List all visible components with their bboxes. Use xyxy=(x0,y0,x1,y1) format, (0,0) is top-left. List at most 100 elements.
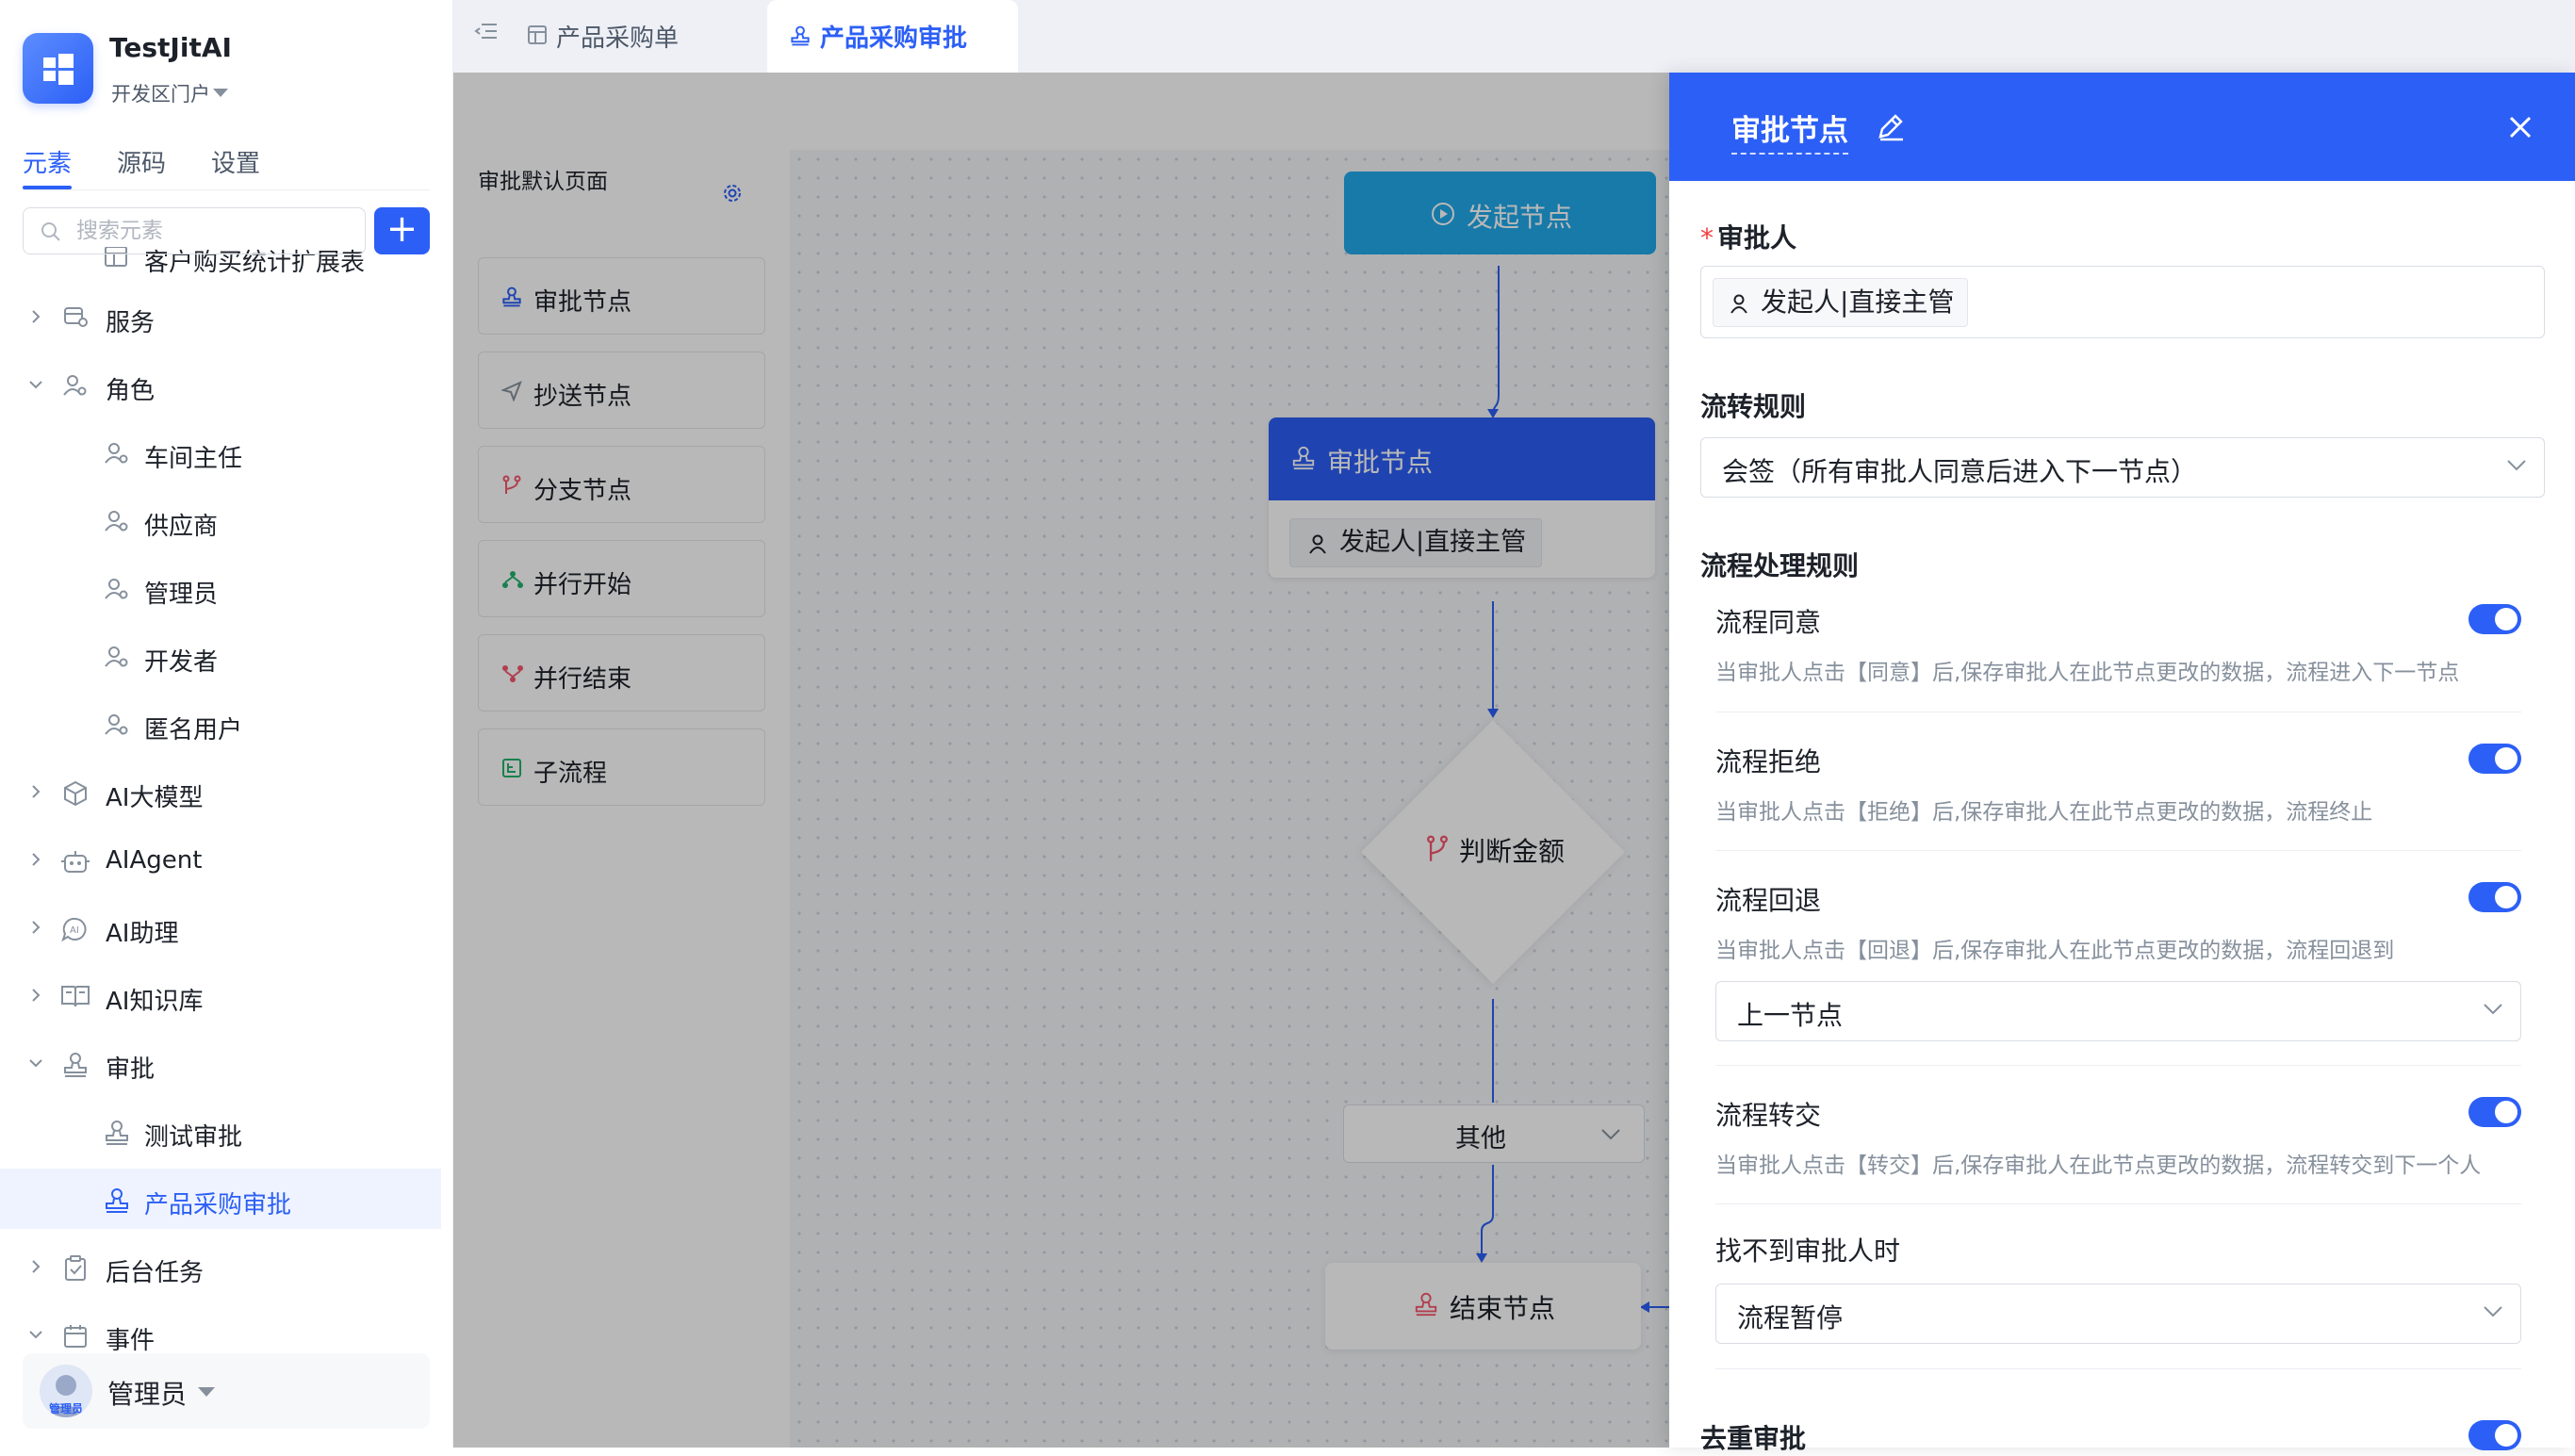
rule-return-title: 流程回退 xyxy=(1715,885,1822,916)
tree-item-label: 车间主任 xyxy=(144,445,243,473)
event-icon xyxy=(64,1325,87,1348)
return-target-select[interactable]: 上一节点 xyxy=(1715,981,2521,1041)
rule-reject-title: 流程拒绝 xyxy=(1715,746,1822,777)
edit-icon[interactable] xyxy=(1875,110,1907,142)
divider xyxy=(1715,1203,2521,1204)
stamp-icon xyxy=(106,1121,128,1145)
tree-item-approval-child[interactable]: 测试审批 xyxy=(0,1101,441,1161)
tree-item-label: 管理员 xyxy=(144,581,219,609)
rule-reject-toggle[interactable] xyxy=(2468,744,2521,774)
search-field[interactable] xyxy=(23,207,366,254)
stamp-icon xyxy=(106,1188,128,1213)
user-icon xyxy=(1730,294,1747,314)
approver-value: 发起人|直接主管 xyxy=(1761,286,1955,318)
service-icon xyxy=(64,307,88,327)
chevron-right-icon[interactable] xyxy=(26,1257,45,1276)
approver-field[interactable]: 发起人|直接主管 xyxy=(1700,266,2545,338)
chevron-right-icon[interactable] xyxy=(26,918,45,937)
rule-approve-toggle[interactable] xyxy=(2468,604,2521,634)
tree-item-label: 开发者 xyxy=(144,648,219,677)
search-icon xyxy=(41,222,60,241)
rule-approve-desc: 当审批人点击【同意】后,保存审批人在此节点更改的数据，流程进入下一节点 xyxy=(1715,661,2460,685)
tree-item-label: AI大模型 xyxy=(106,784,204,812)
approver-label-text: 审批人 xyxy=(1717,222,1797,254)
add-element-button[interactable]: + xyxy=(374,207,430,254)
tree-item-events[interactable]: 事件 xyxy=(0,1304,441,1357)
tree-item-role[interactable]: 管理员 xyxy=(0,558,441,618)
node-settings-drawer: 审批节点 * 审批人 发起人|直接主管 流转规则 会签（所有审批人同意后进入下一节… xyxy=(1669,73,2575,1454)
tab-divider xyxy=(23,189,430,190)
tree-item-ai-models[interactable]: AI大模型 xyxy=(0,761,441,822)
return-target-value: 上一节点 xyxy=(1737,1000,1844,1031)
avatar[interactable]: 管理员 xyxy=(40,1365,92,1417)
tree-item-approval[interactable]: 审批 xyxy=(0,1033,441,1093)
tab-source[interactable]: 源码 xyxy=(117,144,166,179)
role-icon xyxy=(105,511,128,532)
flow-rule-select[interactable]: 会签（所有审批人同意后进入下一节点） xyxy=(1700,437,2545,498)
caret-down-icon[interactable] xyxy=(198,1387,215,1397)
rule-reject-desc: 当审批人点击【拒绝】后,保存审批人在此节点更改的数据，流程终止 xyxy=(1715,800,2373,825)
user-menu[interactable]: 管理员 管理员 xyxy=(23,1353,430,1429)
tree-item-roles[interactable]: 角色 xyxy=(0,354,441,415)
no-approver-value: 流程暂停 xyxy=(1737,1302,1844,1333)
search-input[interactable] xyxy=(76,218,350,244)
tree-item-label: 供应商 xyxy=(144,513,219,541)
tree-item-ai-agent[interactable]: AIAgent xyxy=(0,829,441,890)
chevron-right-icon[interactable] xyxy=(26,850,45,869)
tree-item-label: 服务 xyxy=(106,309,156,337)
table-icon xyxy=(528,25,547,44)
tree-item-role[interactable]: 开发者 xyxy=(0,626,441,686)
tab-elements[interactable]: 元素 xyxy=(23,144,72,179)
cube-icon xyxy=(64,780,87,807)
no-approver-select[interactable]: 流程暂停 xyxy=(1715,1284,2521,1344)
flow-rule-label: 流转规则 xyxy=(1700,391,1807,422)
role-icon xyxy=(63,375,87,396)
drawer-header: 审批节点 xyxy=(1669,73,2575,181)
chevron-down-icon[interactable] xyxy=(26,1325,45,1344)
tree-item-role[interactable]: 匿名用户 xyxy=(0,694,441,754)
tree-item-role[interactable]: 供应商 xyxy=(0,490,441,550)
tree-item-role[interactable]: 车间主任 xyxy=(0,422,441,483)
collapse-sidebar-icon[interactable] xyxy=(472,19,500,47)
rule-transfer-desc: 当审批人点击【转交】后,保存审批人在此节点更改的数据，流程转交到下一个人 xyxy=(1715,1153,2482,1178)
role-icon xyxy=(105,714,128,735)
tree-item-ai-assistant[interactable]: AI AI助理 xyxy=(0,897,441,957)
tab-product-purchase-order[interactable]: 产品采购单 xyxy=(510,0,736,73)
tree-item-ai-knowledge[interactable]: AI知识库 xyxy=(0,965,441,1025)
tab-settings[interactable]: 设置 xyxy=(211,144,260,179)
rule-transfer-toggle[interactable] xyxy=(2468,1097,2521,1127)
role-icon xyxy=(105,443,128,464)
approver-field-label: * 审批人 xyxy=(1700,218,1796,255)
tree-item-services[interactable]: 服务 xyxy=(0,286,441,347)
tree-item-background-tasks[interactable]: 后台任务 xyxy=(0,1236,441,1297)
dedupe-toggle[interactable] xyxy=(2468,1420,2521,1450)
modal-overlay[interactable] xyxy=(453,73,1669,1448)
close-icon[interactable] xyxy=(2507,114,2534,140)
chevron-right-icon[interactable] xyxy=(26,782,45,801)
caret-down-icon[interactable] xyxy=(213,89,228,97)
editor-tabbar: 产品采购单 产品采购审批 xyxy=(453,0,2575,73)
chevron-right-icon[interactable] xyxy=(26,986,45,1005)
sidebar: TestJitAI 开发区门户 元素 源码 设置 客户购买统计扩展表 服务 角色… xyxy=(0,0,453,1448)
element-tree: 客户购买统计扩展表 服务 角色 车间主任 供应商 管理员 开发者 匿名用户 AI… xyxy=(0,247,453,1357)
drawer-title[interactable]: 审批节点 xyxy=(1731,106,1848,155)
portal-selector[interactable]: 开发区门户 xyxy=(111,79,210,107)
chevron-down-icon[interactable] xyxy=(26,375,45,394)
tab-product-purchase-approval[interactable]: 产品采购审批 xyxy=(767,0,1018,73)
robot-icon xyxy=(61,851,90,873)
divider xyxy=(1715,1368,2521,1369)
tree-item-label: 后台任务 xyxy=(106,1259,205,1287)
app-name: TestJitAI xyxy=(109,32,232,63)
chevron-down-icon xyxy=(2484,1004,2502,1015)
rule-return-toggle[interactable] xyxy=(2468,882,2521,912)
rule-transfer-title: 流程转交 xyxy=(1715,1100,1822,1131)
chevron-right-icon[interactable] xyxy=(26,307,45,326)
tree-item-label: 审批 xyxy=(106,1055,156,1084)
flow-rule-value: 会签（所有审批人同意后进入下一节点） xyxy=(1722,456,2198,487)
approver-chip[interactable]: 发起人|直接主管 xyxy=(1713,278,1969,327)
tab-label: 产品采购单 xyxy=(556,25,680,53)
tree-item-selected[interactable]: 产品采购审批 xyxy=(0,1169,441,1229)
chevron-down-icon[interactable] xyxy=(26,1054,45,1072)
tree-item-label: 产品采购审批 xyxy=(144,1191,292,1219)
tab-active-indicator xyxy=(23,186,72,189)
